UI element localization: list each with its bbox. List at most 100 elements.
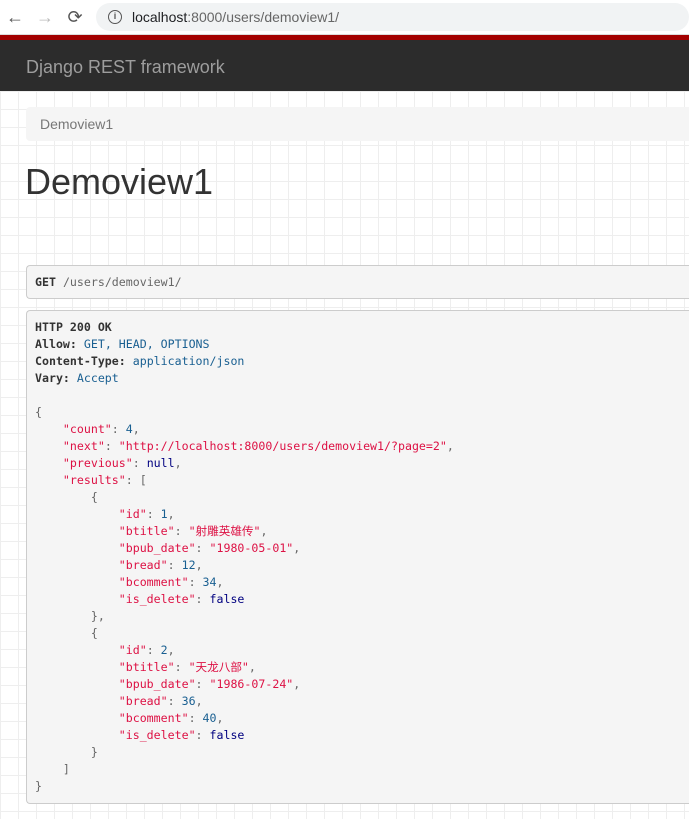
json-punctuation: ] [62, 762, 70, 776]
json-punctuation: , [216, 575, 224, 589]
json-punctuation: : [ [125, 473, 147, 487]
forward-arrow-icon[interactable]: → [30, 7, 60, 28]
json-body: { "count": 4, "next": "http://localhost:… [35, 404, 689, 795]
json-punctuation: } [35, 779, 42, 793]
header-value: Accept [76, 371, 119, 385]
address-bar[interactable]: i localhost:8000/users/demoview1/ [96, 3, 689, 31]
json-number: 1 [160, 507, 168, 521]
json-punctuation: : [195, 592, 210, 606]
json-punctuation: , [132, 422, 140, 436]
json-key: "bpub_date" [118, 541, 196, 555]
header-name: Vary: [35, 371, 70, 385]
navbar-brand[interactable]: Django REST framework [26, 57, 225, 77]
json-literal: false [209, 592, 245, 606]
json-punctuation: : [174, 660, 189, 674]
json-key: "previous" [62, 456, 133, 470]
json-number: 2 [160, 643, 168, 657]
json-punctuation: { [90, 490, 98, 504]
json-punctuation: : [167, 558, 182, 572]
main-content: Demoview1 Demoview1 GET /users/demoview1… [0, 91, 689, 819]
json-punctuation: , [293, 677, 301, 691]
json-line: "results": [ [35, 472, 689, 489]
reload-icon[interactable]: ⟳ [60, 7, 90, 28]
header-name: Allow: [35, 337, 77, 351]
json-literal: null [146, 456, 175, 470]
response-info: HTTP 200 OK Allow: GET, HEAD, OPTIONS Co… [26, 310, 689, 804]
json-key: "bread" [118, 558, 168, 572]
json-punctuation: : [167, 694, 182, 708]
json-punctuation: : [188, 575, 203, 589]
json-line: "id": 1, [35, 506, 689, 523]
json-line: "btitle": "射雕英雄传", [35, 523, 689, 540]
page-title: Demoview1 [25, 161, 214, 202]
json-line: "bpub_date": "1980-05-01", [35, 540, 689, 557]
json-key: "btitle" [118, 524, 175, 538]
json-punctuation: : [195, 677, 210, 691]
json-line: { [35, 625, 689, 642]
json-punctuation: , [260, 524, 268, 538]
json-string: "射雕英雄传" [188, 524, 261, 538]
header-value: GET, HEAD, OPTIONS [83, 337, 210, 351]
breadcrumb: Demoview1 [26, 107, 689, 141]
json-literal: false [209, 728, 245, 742]
json-number: 12 [181, 558, 196, 572]
json-key: "bcomment" [118, 711, 189, 725]
json-punctuation: : [174, 524, 189, 538]
json-number: 40 [202, 711, 217, 725]
json-string: "1986-07-24" [209, 677, 294, 691]
breadcrumb-item[interactable]: Demoview1 [40, 116, 113, 132]
json-punctuation: : [111, 422, 126, 436]
json-line: "bcomment": 40, [35, 710, 689, 727]
json-key: "is_delete" [118, 728, 196, 742]
json-line: "bcomment": 34, [35, 574, 689, 591]
json-line: "id": 2, [35, 642, 689, 659]
json-punctuation: , [446, 439, 454, 453]
request-method: GET [35, 275, 56, 289]
header-name: Content-Type: [35, 354, 126, 368]
json-punctuation: , [216, 711, 224, 725]
json-line: "btitle": "天龙八部", [35, 659, 689, 676]
json-punctuation: , [293, 541, 301, 555]
json-line: "count": 4, [35, 421, 689, 438]
json-key: "results" [62, 473, 126, 487]
json-punctuation: { [35, 405, 42, 419]
json-punctuation: : [104, 439, 119, 453]
json-line: { [35, 489, 689, 506]
json-punctuation: , [174, 456, 182, 470]
json-punctuation: , [195, 558, 203, 572]
info-icon[interactable]: i [108, 10, 122, 24]
json-punctuation: , [167, 507, 175, 521]
json-number: 36 [181, 694, 196, 708]
json-line: "previous": null, [35, 455, 689, 472]
json-number: 4 [125, 422, 133, 436]
json-line: "next": "http://localhost:8000/users/dem… [35, 438, 689, 455]
json-string: "1980-05-01" [209, 541, 294, 555]
json-key: "id" [118, 507, 147, 521]
json-punctuation: { [90, 626, 98, 640]
json-punctuation: : [146, 507, 161, 521]
url-host: localhost [132, 9, 188, 25]
json-number: 34 [202, 575, 217, 589]
json-line: ] [35, 761, 689, 778]
json-key: "bcomment" [118, 575, 189, 589]
json-line: "bread": 12, [35, 557, 689, 574]
back-arrow-icon[interactable]: ← [0, 7, 30, 28]
json-punctuation: : [195, 541, 210, 555]
json-key: "bpub_date" [118, 677, 196, 691]
json-punctuation: : [146, 643, 161, 657]
